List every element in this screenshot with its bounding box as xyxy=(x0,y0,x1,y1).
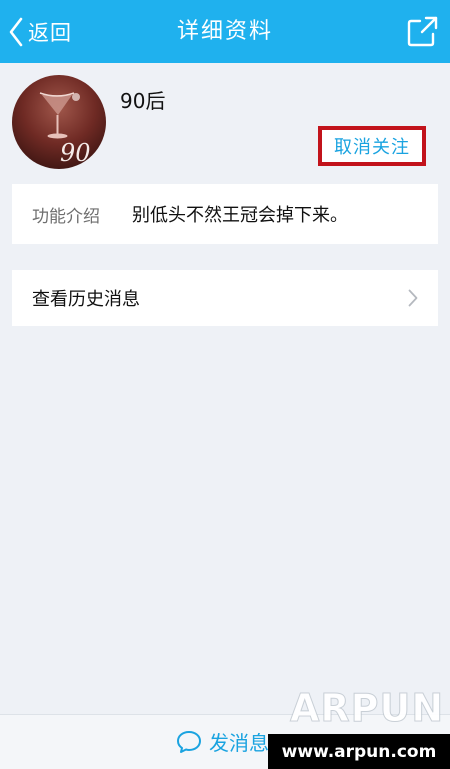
chevron-right-icon xyxy=(408,289,418,307)
unfollow-button[interactable]: 取消关注 xyxy=(318,126,426,166)
watermark-url: www.arpun.com xyxy=(268,734,450,769)
function-intro-label: 功能介绍 xyxy=(32,206,100,227)
send-message-button[interactable]: 发消息 xyxy=(176,727,269,756)
chat-bubble-icon xyxy=(177,730,201,753)
function-intro-value: 别低头不然王冠会掉下来。 xyxy=(132,205,348,226)
avatar-text: 90 xyxy=(60,139,91,167)
profile-header: 90 90后 取消关注 xyxy=(0,63,450,181)
function-intro-row: 功能介绍 别低头不然王冠会掉下来。 xyxy=(12,184,438,244)
watermark-brand: ARPUN xyxy=(289,686,445,731)
nickname: 90后 xyxy=(120,89,166,113)
send-message-label: 发消息 xyxy=(209,731,269,755)
share-icon xyxy=(407,16,438,47)
avatar-image: 90 xyxy=(12,75,106,169)
top-navbar: 返回 详细资料 xyxy=(0,0,450,63)
share-button[interactable] xyxy=(406,14,440,48)
avatar[interactable]: 90 xyxy=(12,75,106,169)
view-history-label: 查看历史消息 xyxy=(32,289,140,310)
view-history-row[interactable]: 查看历史消息 xyxy=(12,270,438,326)
page-title: 详细资料 xyxy=(176,19,273,44)
